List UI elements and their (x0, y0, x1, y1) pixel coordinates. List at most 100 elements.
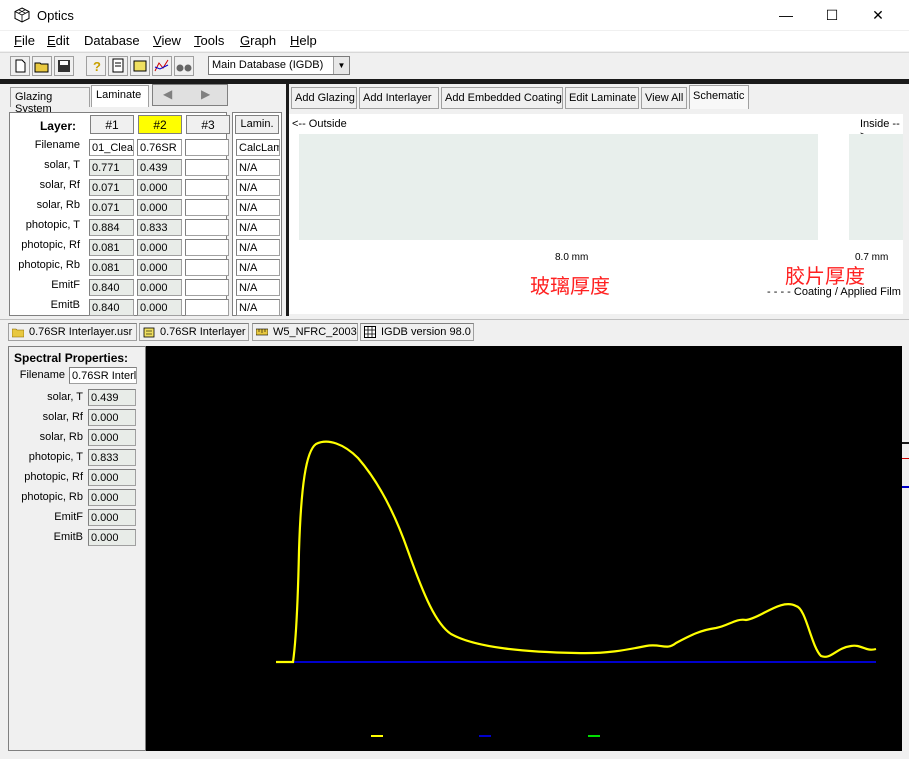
layer1-value: 0.071 (89, 179, 134, 196)
spectral-value: 0.833 (88, 449, 136, 466)
window-title: Optics (37, 8, 74, 23)
layer2-value: 0.000 (137, 279, 182, 296)
layer2-value: 0.000 (137, 199, 182, 216)
layer3-value (185, 159, 229, 176)
tab-add-glazing[interactable]: Add Glazing (291, 87, 357, 109)
status-standard: W5_NFRC_2003 (252, 323, 358, 341)
film-thickness-annotation: 胶片厚度 (785, 266, 865, 288)
glass-layer[interactable] (299, 134, 818, 240)
menu-edit[interactable]: Edit (47, 33, 69, 48)
layer3-value (185, 239, 229, 256)
menu-help[interactable]: Help (290, 33, 317, 48)
grid-icon (364, 326, 376, 338)
forward-arrow-icon[interactable]: ▶ (201, 87, 210, 101)
tab-schematic[interactable]: Schematic (689, 85, 749, 109)
spectral-label-photopic-rb: photopic, Rb (21, 491, 83, 503)
spectral-value: 0.000 (88, 509, 136, 526)
save-icon[interactable] (54, 56, 74, 76)
maximize-button[interactable]: ☐ (809, 0, 855, 30)
layer3-value (185, 259, 229, 276)
layer2-filename[interactable]: 0.76SR (137, 139, 182, 156)
database-select[interactable]: Main Database (IGDB) ▼ (208, 56, 350, 75)
lamin-value: N/A (236, 199, 280, 216)
spectral-filename-label: Filename (19, 369, 65, 381)
report-icon[interactable] (108, 56, 128, 76)
laminate-panel: Glazing System Laminate ◀ ▶ Layer: #1 #2… (0, 84, 286, 316)
interlayer-film[interactable] (849, 134, 903, 240)
tab-edit-laminate[interactable]: Edit Laminate (565, 87, 639, 109)
layer3-value (185, 179, 229, 196)
new-file-icon[interactable] (10, 56, 30, 76)
menu-file[interactable]: File (14, 33, 35, 48)
spectral-graph-svg (276, 440, 877, 737)
layer-table: Layer: #1 #2 #3 Filename solar, T solar,… (9, 112, 230, 316)
menu-graph[interactable]: Graph (240, 33, 276, 48)
menu-database[interactable]: Database (84, 33, 140, 48)
lamin-value: N/A (236, 299, 280, 316)
schematic-canvas: <-- Outside Inside --> 8.0 mm 0.7 mm 玻璃厚… (289, 114, 903, 314)
layer3-value (185, 199, 229, 216)
row-label-photopic-rb: photopic, Rb (18, 259, 80, 271)
bottom-edge (0, 751, 909, 759)
status-layer: 0.76SR Interlayer (139, 323, 249, 341)
row-label-photopic-rf: photopic, Rf (21, 239, 80, 251)
back-arrow-icon[interactable]: ◀ (163, 87, 172, 101)
lamin-filename[interactable]: CalcLam (236, 139, 280, 156)
spectral-label-emitb: EmitB (53, 531, 83, 543)
layer1-value: 0.840 (89, 279, 134, 296)
tab-laminate[interactable]: Laminate (91, 85, 149, 107)
spectral-value: 0.000 (88, 409, 136, 426)
layer2-value: 0.000 (137, 299, 182, 316)
lamin-value: N/A (236, 259, 280, 276)
lamin-value: N/A (236, 239, 280, 256)
tab-add-interlayer[interactable]: Add Interlayer (359, 87, 439, 109)
layer-2-button[interactable]: #2 (138, 115, 182, 134)
coating-legend: - - - - Coating / Applied Film (767, 286, 901, 298)
layer3-value (185, 279, 229, 296)
toolbar: ? Main Database (IGDB) ▼ (0, 52, 909, 79)
tab-add-embedded-coating[interactable]: Add Embedded Coating (441, 87, 563, 109)
row-label-photopic-t: photopic, T (25, 219, 80, 231)
title-bar: Optics — ☐ ✕ (0, 0, 909, 30)
menu-bar: File Edit Database View Tools Graph Help (0, 31, 909, 51)
layer1-filename[interactable]: 01_Clea (89, 139, 134, 156)
spectral-filename-field[interactable]: 0.76SR Interl (69, 367, 137, 384)
row-label-emitf: EmitF (51, 279, 80, 291)
menu-tools[interactable]: Tools (194, 33, 224, 48)
layer2-value: 0.833 (137, 219, 182, 236)
layer2-value: 0.000 (137, 179, 182, 196)
transmittance-curve (276, 440, 877, 664)
spectral-label-emitf: EmitF (54, 511, 83, 523)
close-button[interactable]: ✕ (855, 0, 901, 30)
layer1-value: 0.081 (89, 239, 134, 256)
layer-1-button[interactable]: #1 (90, 115, 134, 134)
layer3-value (185, 219, 229, 236)
outside-label: <-- Outside (292, 118, 347, 130)
dropdown-arrow-icon[interactable]: ▼ (333, 57, 349, 74)
minimize-button[interactable]: — (763, 0, 809, 30)
tab-glazing-system[interactable]: Glazing System (10, 87, 90, 115)
properties-icon[interactable] (130, 56, 150, 76)
row-label-solar-rb: solar, Rb (36, 199, 80, 211)
glass-thickness-annotation: 玻璃厚度 (530, 276, 610, 298)
open-folder-icon[interactable] (32, 56, 52, 76)
layer3-filename[interactable] (185, 139, 229, 156)
layer2-value: 0.000 (137, 239, 182, 256)
tab-view-all[interactable]: View All (641, 87, 687, 109)
status-bar: 0.76SR Interlayer.usr 0.76SR Interlayer … (0, 319, 909, 344)
spectral-title: Spectral Properties: (14, 351, 129, 365)
spectral-label-photopic-t: photopic, T (28, 451, 83, 463)
graph-icon[interactable] (152, 56, 172, 76)
status-file: 0.76SR Interlayer.usr (8, 323, 137, 341)
spectral-graph[interactable] (146, 346, 902, 751)
lamin-button[interactable]: Lamin. (235, 115, 279, 134)
menu-view[interactable]: View (153, 33, 181, 48)
binoculars-icon[interactable] (174, 56, 194, 76)
schematic-panel: Add Glazing Add Interlayer Add Embedded … (289, 84, 909, 316)
lamin-value: N/A (236, 219, 280, 236)
row-label-filename: Filename (34, 139, 80, 151)
spectral-value: 0.000 (88, 529, 136, 546)
row-label-emitb: EmitB (50, 299, 80, 311)
help-icon[interactable]: ? (86, 56, 106, 76)
layer-3-button[interactable]: #3 (186, 115, 230, 134)
